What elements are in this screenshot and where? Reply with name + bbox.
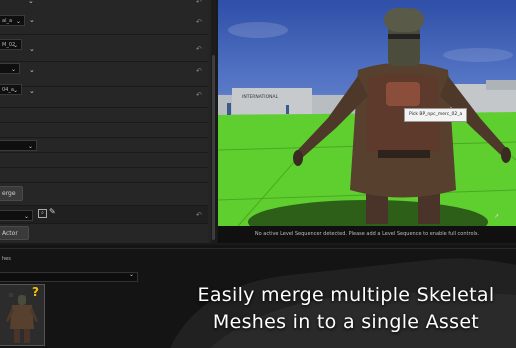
dropdown-value: al_a (2, 18, 13, 24)
meshes-label: hes (2, 256, 11, 262)
svg-text:↗: ↗ (494, 213, 499, 220)
arena-wall-block (232, 88, 312, 114)
chevron-down-icon[interactable]: ⌄ (29, 16, 35, 24)
reset-icon[interactable]: ↶ (196, 91, 202, 99)
reset-icon[interactable]: ↶ (196, 18, 202, 26)
divider (0, 248, 516, 249)
reset-icon[interactable]: ↶ (196, 67, 202, 75)
cloud (443, 48, 513, 62)
property-row: 04_a ⌄ ⌄ ↶ (0, 84, 208, 108)
chevron-down-icon: ⌄ (128, 271, 134, 278)
browse-icon[interactable]: ⌕ (38, 209, 47, 218)
mesh-dropdown[interactable]: 04_a ⌄ (0, 84, 22, 95)
chevron-down-icon[interactable]: ⌄ (29, 87, 35, 95)
chevron-down-icon: ⌄ (10, 66, 16, 73)
reset-icon[interactable]: ↶ (196, 211, 202, 219)
mesh-dropdown[interactable]: ⌄ (0, 63, 20, 74)
property-row: erge (0, 183, 208, 206)
viewport-status-bar: No active Level Sequencer detected. Plea… (218, 226, 516, 243)
property-row: ⌄ ⌕ ✎ ↶ (0, 206, 208, 224)
merge-button[interactable]: erge (0, 186, 23, 201)
property-row (0, 123, 208, 138)
mesh-thumbnail[interactable]: ? (0, 284, 45, 346)
chevron-down-icon: ⌄ (23, 213, 29, 220)
option-dropdown[interactable]: ⌄ (0, 140, 37, 151)
reset-icon[interactable]: ↶ (196, 0, 202, 6)
eyedropper-icon[interactable]: ✎ (49, 207, 56, 216)
level-viewport[interactable]: INTERNATIONAL ↗ (218, 0, 516, 243)
property-row: ⌄ (0, 138, 208, 153)
property-row: ⌄ ⌄ ↶ (0, 62, 208, 87)
property-row (0, 153, 208, 168)
caption-line-1: Easily merge multiple Skeletal (197, 284, 495, 306)
property-row (0, 168, 208, 183)
actor-dropdown[interactable]: ⌄ (0, 210, 33, 221)
property-row: M_02 ⌄ ⌄ ↶ (0, 35, 208, 62)
mesh-dropdown[interactable]: M_02 ⌄ (0, 39, 22, 50)
chevron-down-icon: ⌄ (15, 18, 21, 25)
chevron-down-icon: ⌄ (12, 42, 18, 49)
property-row: al_a ⌄ ⌄ ↶ (0, 7, 208, 35)
scene-render: INTERNATIONAL ↗ (218, 8, 516, 243)
pick-tooltip: Pick BP_npc_merc_02_a (404, 108, 468, 122)
details-panel: ⌄ ↶ al_a ⌄ ⌄ ↶ M_02 ⌄ ⌄ ↶ ⌄ ⌄ ↶ 04_a ⌄ ⌄ (0, 0, 216, 244)
cloud (228, 22, 288, 38)
chevron-down-icon: ⌄ (27, 143, 33, 150)
chevron-down-icon[interactable]: ⌄ (29, 66, 35, 74)
property-row: Actor (0, 224, 208, 244)
mesh-list-dropdown[interactable]: ⌄ (0, 271, 138, 282)
select-actor-button[interactable]: Actor (0, 226, 29, 240)
property-row (0, 108, 208, 123)
chevron-down-icon[interactable]: ⌄ (28, 0, 34, 5)
missing-asset-badge: ? (32, 285, 39, 299)
reset-icon[interactable]: ↶ (196, 45, 202, 53)
promo-caption: Easily merge multiple Skeletal Meshes in… (178, 282, 514, 336)
chevron-down-icon: ⌄ (12, 87, 18, 94)
scrollbar-thumb[interactable] (212, 55, 215, 240)
arena-wall-top (486, 80, 516, 90)
caption-line-2: Meshes in to a single Asset (212, 311, 480, 333)
scrollbar[interactable] (211, 0, 216, 243)
mesh-dropdown[interactable]: al_a ⌄ (0, 15, 25, 26)
sign-text: INTERNATIONAL (242, 94, 279, 100)
chevron-down-icon[interactable]: ⌄ (29, 45, 35, 53)
